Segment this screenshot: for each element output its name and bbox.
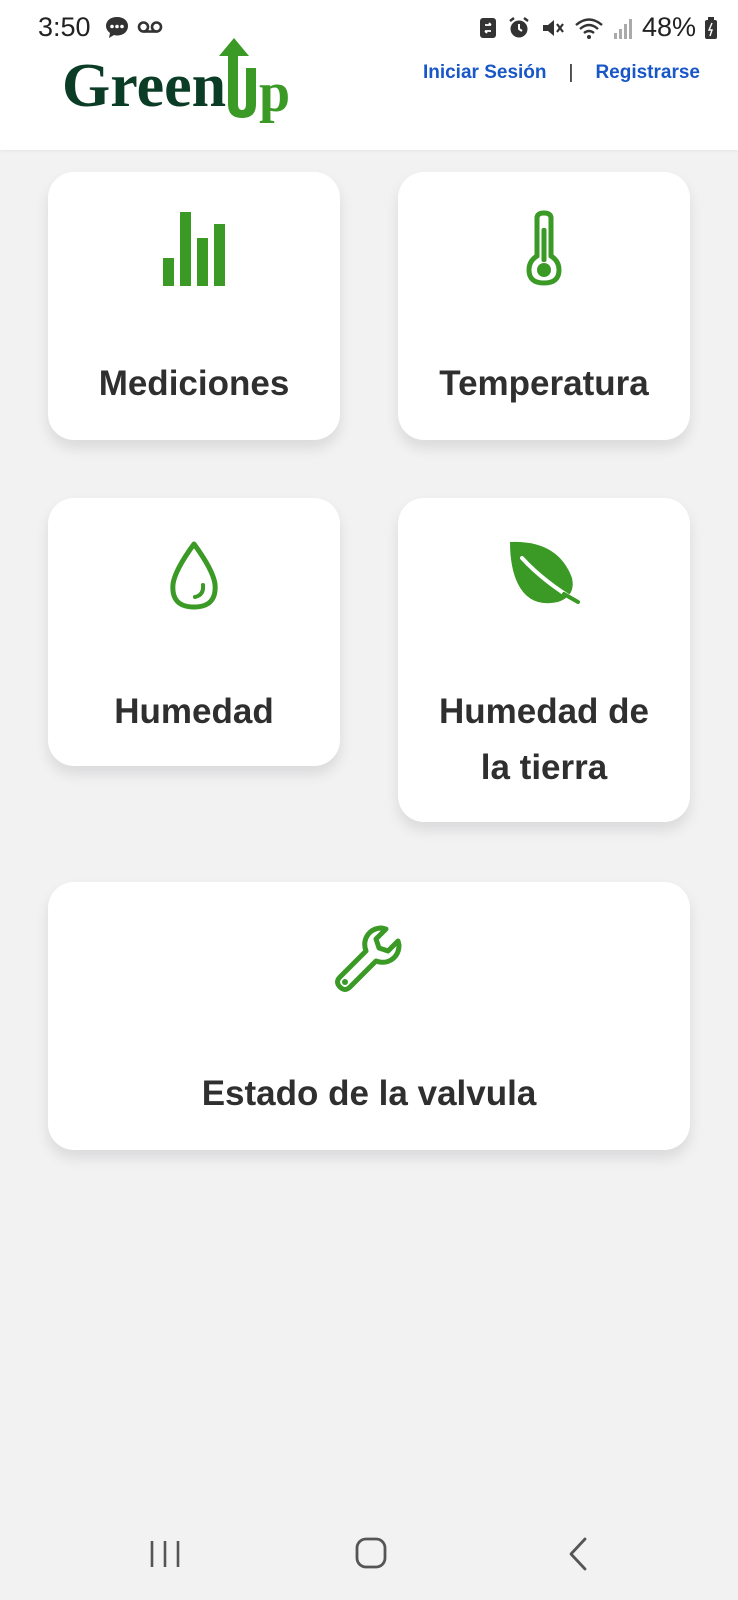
card-label-humedad: Humedad: [114, 692, 274, 731]
battery-percent: 48%: [641, 12, 696, 42]
leaf-icon: [510, 541, 580, 604]
card-label-line1: Humedad de: [438, 692, 650, 731]
thermometer-icon: [526, 210, 562, 286]
auth-separator: |: [568, 62, 574, 83]
wifi-icon: [575, 17, 603, 39]
water-drop-icon: [170, 541, 218, 610]
recent-apps-icon[interactable]: [148, 1538, 182, 1570]
svg-text:Green: Green: [62, 52, 226, 120]
battery-icon: [705, 16, 717, 39]
auth-links: Iniciar Sesión | Registrarse: [423, 62, 700, 84]
login-link[interactable]: Iniciar Sesión: [423, 62, 547, 84]
signal-icon: [613, 18, 632, 39]
register-link[interactable]: Registrarse: [595, 62, 700, 84]
svg-text:p: p: [259, 62, 290, 124]
sync-icon: [479, 17, 496, 38]
back-icon[interactable]: [566, 1536, 590, 1572]
system-nav-bar: [0, 1508, 738, 1600]
wrench-icon: [335, 925, 402, 992]
card-label-mediciones: Mediciones: [98, 364, 290, 403]
card-humedad-tierra[interactable]: Humedad de la tierra: [398, 498, 690, 822]
mute-icon: [542, 19, 564, 36]
card-label-estado-valvula: Estado de la valvula: [201, 1074, 537, 1113]
card-label-temperatura: Temperatura: [439, 364, 649, 403]
card-temperatura[interactable]: Temperatura: [398, 172, 690, 440]
greenup-logo: Green p: [62, 38, 290, 124]
card-label-humedad-tierra: Humedad de la tierra: [398, 684, 690, 796]
card-humedad[interactable]: Humedad: [48, 498, 340, 766]
card-estado-valvula[interactable]: Estado de la valvula: [48, 882, 690, 1150]
card-mediciones[interactable]: Mediciones: [48, 172, 340, 440]
app-header: 3:50 48% Green p Iniciar Sesión | Regist…: [0, 0, 738, 150]
card-label-line2: la tierra: [480, 748, 608, 787]
alarm-icon: [509, 16, 529, 37]
bar-chart-icon: [163, 212, 225, 286]
home-icon[interactable]: [354, 1536, 388, 1570]
